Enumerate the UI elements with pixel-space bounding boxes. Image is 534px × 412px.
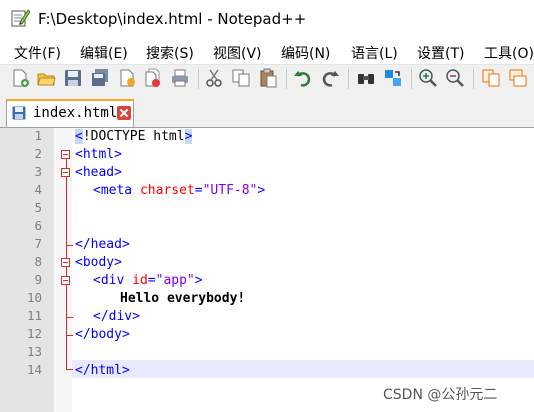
menu-encoding[interactable]: 编码(N) xyxy=(281,43,330,63)
notepad-plus-plus-icon xyxy=(11,9,30,27)
text-content: Hello everybody! xyxy=(120,291,246,306)
html-tag: > xyxy=(257,183,266,198)
line-number: 2 xyxy=(34,146,42,161)
toolbar xyxy=(0,64,534,93)
html-tag: </div> xyxy=(93,309,140,324)
close-icon[interactable] xyxy=(117,68,137,88)
attribute-name: charset xyxy=(139,183,195,198)
toolbar-separator xyxy=(411,69,412,89)
line-number: 14 xyxy=(26,362,42,377)
line-number: 13 xyxy=(26,344,42,359)
tab-label: index.html xyxy=(33,105,118,121)
code-line-10: Hello everybody! xyxy=(120,290,245,308)
cut-icon[interactable] xyxy=(204,68,224,88)
title-bar[interactable]: F:\Desktop\index.html - Notepad++ xyxy=(0,0,534,38)
menu-settings[interactable]: 设置(T) xyxy=(417,43,464,63)
fold-end-marker xyxy=(66,317,73,318)
copy-icon[interactable] xyxy=(231,68,251,88)
line-number: 9 xyxy=(34,272,42,287)
code-line-2: <html> xyxy=(75,146,122,164)
html-tag: </head> xyxy=(75,237,130,252)
menu-file[interactable]: 文件(F) xyxy=(14,43,61,63)
tab-strip: index.html xyxy=(0,93,534,128)
toolbar-separator xyxy=(348,69,349,89)
brace-match: < xyxy=(75,129,83,144)
code-line-14: </html> xyxy=(75,362,130,380)
html-tag: <head> xyxy=(75,165,122,180)
fold-end-marker xyxy=(66,335,73,336)
toolbar-separator xyxy=(286,69,287,89)
save-icon[interactable] xyxy=(63,68,83,88)
line-number: 1 xyxy=(34,128,42,143)
code-line-9: <div id="app"> xyxy=(93,272,203,290)
menu-tools[interactable]: 工具(O) xyxy=(484,43,534,63)
fold-collapse-icon[interactable] xyxy=(61,276,70,285)
replace-icon[interactable] xyxy=(383,68,403,88)
undo-icon[interactable] xyxy=(293,68,313,88)
menu-bar: 文件(F) 编辑(E) 搜索(S) 视图(V) 编码(N) 语言(L) 设置(T… xyxy=(0,40,534,64)
brace-match: > xyxy=(184,129,193,144)
menu-search[interactable]: 搜索(S) xyxy=(146,43,194,63)
html-tag: > xyxy=(194,273,203,288)
line-number: 11 xyxy=(26,308,42,323)
html-tag: <div xyxy=(93,273,133,288)
redo-icon[interactable] xyxy=(320,68,340,88)
print-icon[interactable] xyxy=(170,68,190,88)
code-line-11: </div> xyxy=(93,308,140,326)
line-number: 5 xyxy=(34,200,42,215)
line-number: 3 xyxy=(34,164,42,179)
attribute-name: id xyxy=(132,273,148,288)
line-number: 7 xyxy=(34,236,42,251)
line-number: 8 xyxy=(34,254,42,269)
code-line-12: </body> xyxy=(75,326,130,344)
fold-end-marker xyxy=(66,245,73,246)
html-tag: </body> xyxy=(75,327,130,342)
attribute-value: "UTF-8" xyxy=(202,183,258,198)
save-all-icon[interactable] xyxy=(90,68,110,88)
file-saved-icon xyxy=(12,106,26,120)
fold-collapse-icon[interactable] xyxy=(61,168,70,177)
menu-view[interactable]: 视图(V) xyxy=(213,43,262,63)
window-title: F:\Desktop\index.html - Notepad++ xyxy=(38,10,307,28)
code-line-8: <body> xyxy=(75,254,122,272)
code-line-7: </head> xyxy=(75,236,130,254)
line-number: 6 xyxy=(34,218,42,233)
watermark: CSDN @公孙元二 xyxy=(383,387,498,403)
menu-language[interactable]: 语言(L) xyxy=(351,43,398,63)
equals-sign: = xyxy=(194,183,203,198)
tab-index-html[interactable]: index.html xyxy=(6,99,134,127)
line-number: 12 xyxy=(26,326,42,341)
zoom-in-icon[interactable] xyxy=(418,68,438,88)
sync-vertical-icon[interactable] xyxy=(481,68,501,88)
toolbar-separator xyxy=(198,69,199,89)
current-line-highlight xyxy=(72,360,534,378)
line-number: 4 xyxy=(34,182,42,197)
close-all-icon[interactable] xyxy=(143,68,163,88)
open-file-icon[interactable] xyxy=(36,68,56,88)
sync-horizontal-icon[interactable] xyxy=(508,68,528,88)
menu-edit[interactable]: 编辑(E) xyxy=(80,43,128,63)
html-tag: </html> xyxy=(75,363,130,378)
code-line-1: <!DOCTYPE html> xyxy=(75,128,193,146)
new-file-icon[interactable] xyxy=(10,68,30,88)
fold-collapse-icon[interactable] xyxy=(61,258,70,267)
equals-sign: = xyxy=(147,273,156,288)
paste-icon[interactable] xyxy=(258,68,278,88)
html-tag: <html> xyxy=(75,147,122,162)
html-tag: <meta xyxy=(93,183,140,198)
attribute-value: "app" xyxy=(155,273,195,288)
editor-pane[interactable]: 1 2 3 4 5 6 7 8 9 10 11 12 13 14 <!DOCTY… xyxy=(0,128,534,412)
html-tag: <body> xyxy=(75,255,122,270)
doctype-text: !DOCTYPE html xyxy=(82,129,185,144)
toolbar-separator xyxy=(473,69,474,89)
code-line-4: <meta charset="UTF-8"> xyxy=(93,182,265,200)
zoom-out-icon[interactable] xyxy=(445,68,465,88)
line-number: 10 xyxy=(26,290,42,305)
code-line-3: <head> xyxy=(75,164,122,182)
fold-collapse-icon[interactable] xyxy=(61,150,70,159)
fold-end-marker xyxy=(66,369,73,370)
tab-close-icon[interactable] xyxy=(117,106,131,120)
find-icon[interactable] xyxy=(356,68,376,88)
